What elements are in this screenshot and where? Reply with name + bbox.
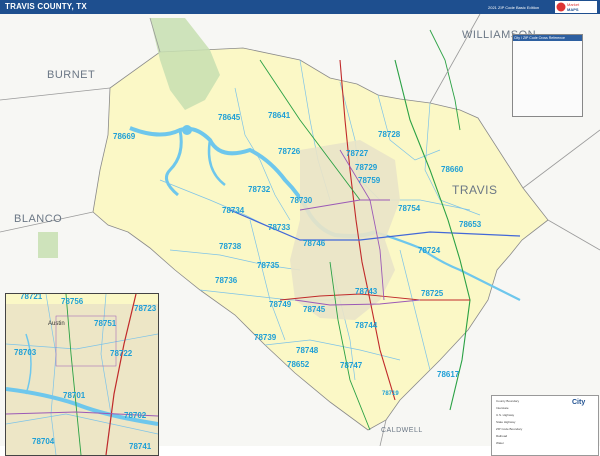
- legend-entry: State Highway: [496, 420, 516, 424]
- map-title: TRAVIS COUNTY, TX: [5, 2, 87, 11]
- inset-map: [6, 294, 158, 455]
- zip-label: 78748: [296, 346, 319, 355]
- city-zip-lookup-table: City / ZIP Code Cross Reference: [512, 34, 583, 117]
- zip-label: 78617: [437, 370, 460, 379]
- inset-zip-label: 78722: [110, 349, 133, 358]
- zip-label: 78719: [382, 391, 399, 397]
- zip-label: 78652: [287, 360, 310, 369]
- zip-label: 78747: [340, 361, 363, 370]
- zip-label: 78735: [257, 261, 280, 270]
- inset-zip-label: 78741: [129, 442, 152, 451]
- legend-title: City: [572, 399, 586, 406]
- zip-label: 78730: [290, 196, 313, 205]
- zip-label: 78746: [303, 239, 326, 248]
- zip-label: 78729: [355, 163, 378, 172]
- inset-zip-label: 78721: [20, 293, 43, 301]
- zip-label: 78734: [222, 206, 245, 215]
- lake-inlet: [182, 125, 192, 135]
- zip-label: 78645: [218, 113, 241, 122]
- zip-label: 78754: [398, 204, 421, 213]
- zip-label: 78749: [269, 300, 292, 309]
- map-edition: 2021 ZIP Code Basic Edition: [488, 5, 540, 10]
- legend-entry: County Boundary: [496, 399, 520, 403]
- legend-entry: Water: [496, 441, 504, 445]
- zip-label: 78726: [278, 147, 301, 156]
- legend-entry: ZIP Code Boundary: [496, 427, 523, 431]
- zip-label: 78745: [303, 305, 326, 314]
- zip-label: 78728: [378, 130, 401, 139]
- county-label-travis: TRAVIS: [452, 183, 498, 197]
- zip-label: 78641: [268, 111, 291, 120]
- county-label-caldwell: CALDWELL: [381, 427, 423, 434]
- park-area-2: [38, 232, 58, 258]
- inset-zip-label: 78704: [32, 437, 55, 446]
- zip-label: 78739: [254, 333, 277, 342]
- lookup-title: City / ZIP Code Cross Reference: [513, 35, 582, 41]
- map-legend: City County Boundary Interstate U.S. Hig…: [491, 395, 599, 456]
- legend-entry: U.S. Highway: [496, 413, 515, 417]
- inset-zip-label: 78703: [14, 348, 37, 357]
- zip-label: 78736: [215, 276, 238, 285]
- market-maps-logo: Market MAPS: [555, 1, 597, 13]
- zip-label: 78743: [355, 287, 378, 296]
- inset-zip-label: 78751: [94, 319, 117, 328]
- inset-zip-label: 78723: [134, 304, 157, 313]
- zip-label: 78669: [113, 132, 136, 141]
- zip-label: 78727: [346, 149, 369, 158]
- zip-label: 78660: [441, 165, 464, 174]
- inset-zip-label: 78702: [124, 411, 147, 420]
- map-area[interactable]: WILLIAMSON BURNET BLANCO TRAVIS CALDWELL…: [0, 14, 600, 456]
- zip-label: 78738: [219, 242, 242, 251]
- zip-label: 78724: [418, 246, 441, 255]
- county-label-blanco: BLANCO: [14, 213, 63, 225]
- inset-zip-label: 78701: [63, 391, 86, 400]
- svg-text:MAPS: MAPS: [567, 7, 579, 12]
- zip-label: 78759: [358, 176, 381, 185]
- map-header: TRAVIS COUNTY, TX 2021 ZIP Code Basic Ed…: [0, 0, 600, 14]
- county-label-burnet: BURNET: [47, 69, 96, 81]
- inset-urban: [6, 304, 158, 455]
- legend-entry: Interstate: [496, 406, 509, 410]
- zip-label: 78733: [268, 223, 291, 232]
- austin-inset-map[interactable]: Austin 78756 78723 78751 78703 78722 787…: [5, 293, 159, 456]
- inset-city-label: Austin: [48, 321, 65, 327]
- inset-zip-label: 78756: [61, 297, 84, 306]
- legend-entry: Railroad: [496, 434, 508, 438]
- zip-label: 78732: [248, 185, 271, 194]
- zip-label: 78653: [459, 220, 482, 229]
- zip-label: 78725: [421, 289, 444, 298]
- zip-label: 78744: [355, 321, 378, 330]
